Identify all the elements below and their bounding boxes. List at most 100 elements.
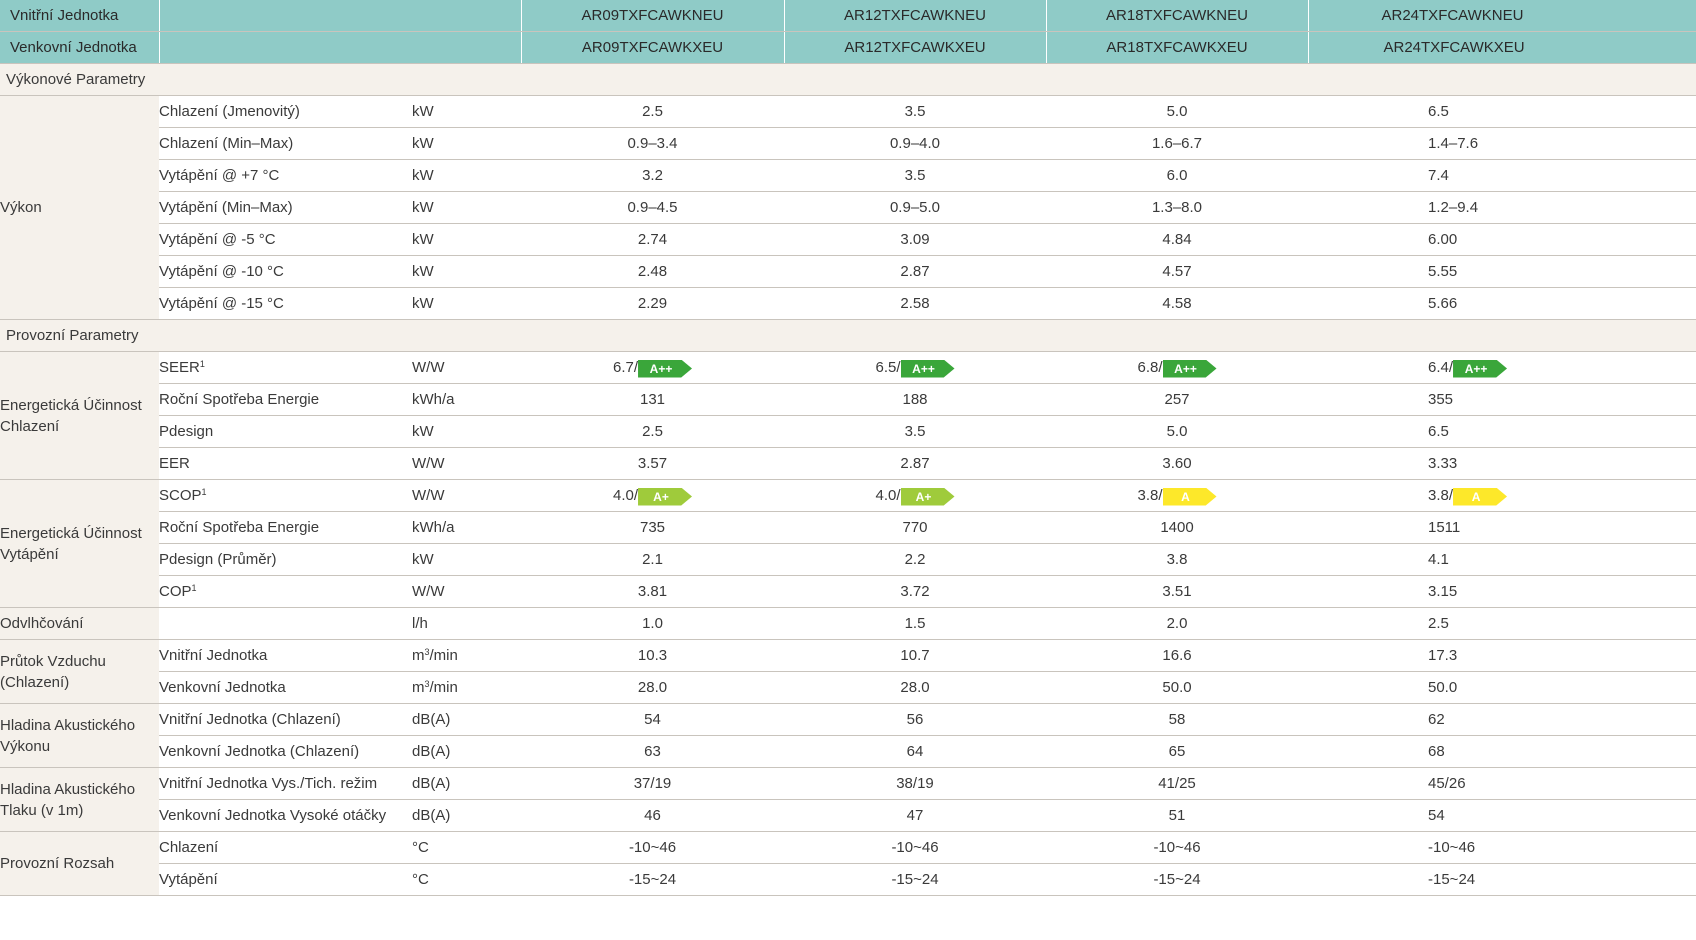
value-cell: 56 [784,703,1046,736]
param-label: Roční Spotřeba Energie [159,391,320,408]
value-cell: 54 [1308,799,1696,832]
value-cell: 1400 [1046,511,1308,544]
category-label: Odvlhčování [0,615,84,632]
category-label: Hladina Akustického [0,716,136,734]
value-text: 0.9–5.0 [889,199,941,216]
outdoor-model: AR09TXFCAWKXEU [520,31,784,64]
param-cell: Vnitřní Jednotka Vys./Tich. režim [159,767,412,800]
value-text: 4.1 [1428,551,1449,568]
unit-cell: dB(A) [412,735,521,768]
value-cell: 6.5 [1308,415,1696,448]
value-text: 28.0 [900,679,930,696]
value-text: 10.7 [900,647,930,664]
indoor-model: AR24TXFCAWKNEU [1307,0,1696,32]
value-text: 355 [1428,391,1454,408]
category-cell: Hladina Akustického Tlaku (v 1m) [0,767,159,832]
rating-value: 6.5/ [875,359,901,376]
value-cell: 1511 [1308,511,1696,544]
value-text: -15~24 [1153,871,1201,888]
value-text: 58 [1168,711,1186,728]
value-cell: 4.0/A+ [784,479,1046,512]
section-row: Provozní Parametry [0,319,1696,352]
value-text: -10~46 [1153,839,1201,856]
param-cell: Chlazení (Min–Max) [159,127,412,160]
value-cell: 3.2 [521,159,784,192]
category-cell: Průtok Vzduchu (Chlazení) [0,639,159,704]
table-row: Provozní Rozsah Chlazení °C -10~46 -10~46 -10… [0,831,1696,896]
value-text: 1.2–9.4 [1428,199,1479,216]
value-text: 5.0 [1166,423,1188,440]
param-cell: Vnitřní Jednotka [159,639,412,672]
value-text: 56 [906,711,924,728]
category-cell: Výkon [0,95,159,320]
unit-label: kW [412,551,434,568]
value-text: 2.74 [637,231,668,248]
unit-cell: l/h [412,607,521,640]
energy-rating: 3.8/A [1137,486,1217,506]
value-cell: 188 [784,383,1046,416]
rating-value: 4.0/ [612,487,639,504]
category-label: Chlazení [0,417,60,435]
unit-cell: W/W [412,479,521,512]
value-text: 10.3 [637,647,668,664]
value-cell: 5.0 [1046,415,1308,448]
energy-rating: 4.0/A+ [612,486,693,506]
param-cell: Roční Spotřeba Energie [159,511,412,544]
value-text: 37/19 [633,775,672,792]
unit-label: dB(A) [412,711,451,728]
value-text: -15~24 [891,871,939,888]
unit-cell: kW [412,287,521,320]
unit-label: W/W [412,583,445,600]
unit-cell: kWh/a [412,511,521,544]
energy-rating: 6.7/A++ [613,358,693,378]
unit-label: dB(A) [412,807,451,824]
energy-class-badge-icon: A [1453,487,1508,506]
value-text: 50.0 [1428,679,1458,696]
param-cell: Vytápění @ -15 °C [159,287,412,320]
value-cell: 51 [1046,799,1308,832]
value-cell: -15~24 [1308,863,1696,896]
unit-suffix: /min [429,647,458,664]
value-cell: 2.48 [521,255,784,288]
table-row: Chlazení (Min–Max) kW 0.9–3.4 0.9–4.0 1.6–6.… [0,127,1696,160]
param-cell: Pdesign [159,415,412,448]
value-cell: 4.57 [1046,255,1308,288]
value-cell: 0.9–4.5 [521,191,784,224]
value-text: 3.8 [1166,551,1188,568]
category-cell: Hladina Akustického Výkonu [0,703,159,768]
outdoor-model: AR12TXFCAWKXEU [783,31,1046,64]
value-cell: 6.7/A++ [521,351,784,384]
value-cell: 4.58 [1046,287,1308,320]
value-cell: 1.0 [521,607,784,640]
unit-label: kW [412,231,434,248]
category-label: Průtok Vzduchu [0,652,106,670]
value-cell: 10.7 [784,639,1046,672]
unit-label: l/h [412,615,428,632]
value-cell: 3.5 [784,415,1046,448]
value-text: 1.0 [642,615,663,632]
value-text: 5.66 [1428,295,1458,312]
category-label: Výkonu [0,737,51,755]
value-text: 3.81 [637,583,668,600]
table-row: EER W/W 3.57 2.87 3.60 3.33 [0,447,1696,480]
value-cell: 6.0 [1046,159,1308,192]
param-cell: SCOP1 [159,479,412,512]
value-text: 3.5 [904,423,926,440]
value-text: 2.5 [1428,615,1449,632]
value-text: 0.9–3.4 [627,135,678,152]
table-row: COP1 W/W 3.81 3.72 3.51 3.15 [0,575,1696,608]
unit-cell: kWh/a [412,383,521,416]
value-cell: 46 [521,799,784,832]
unit-suffix: /min [429,679,458,696]
value-text: 3.72 [900,583,930,600]
value-text: 770 [902,519,928,536]
value-text: 0.9–4.5 [627,199,678,216]
value-cell: 16.6 [1046,639,1308,672]
value-text: 63 [644,743,661,760]
spec-table: Vnitřní Jednotka AR09TXFCAWKNEU AR12TXFC… [0,0,1696,896]
param-label: COP [159,583,192,600]
energy-class-badge-icon: A+ [900,487,955,506]
value-text: 28.0 [637,679,668,696]
value-cell: 3.8/A [1308,479,1696,512]
value-cell: 3.81 [521,575,784,608]
